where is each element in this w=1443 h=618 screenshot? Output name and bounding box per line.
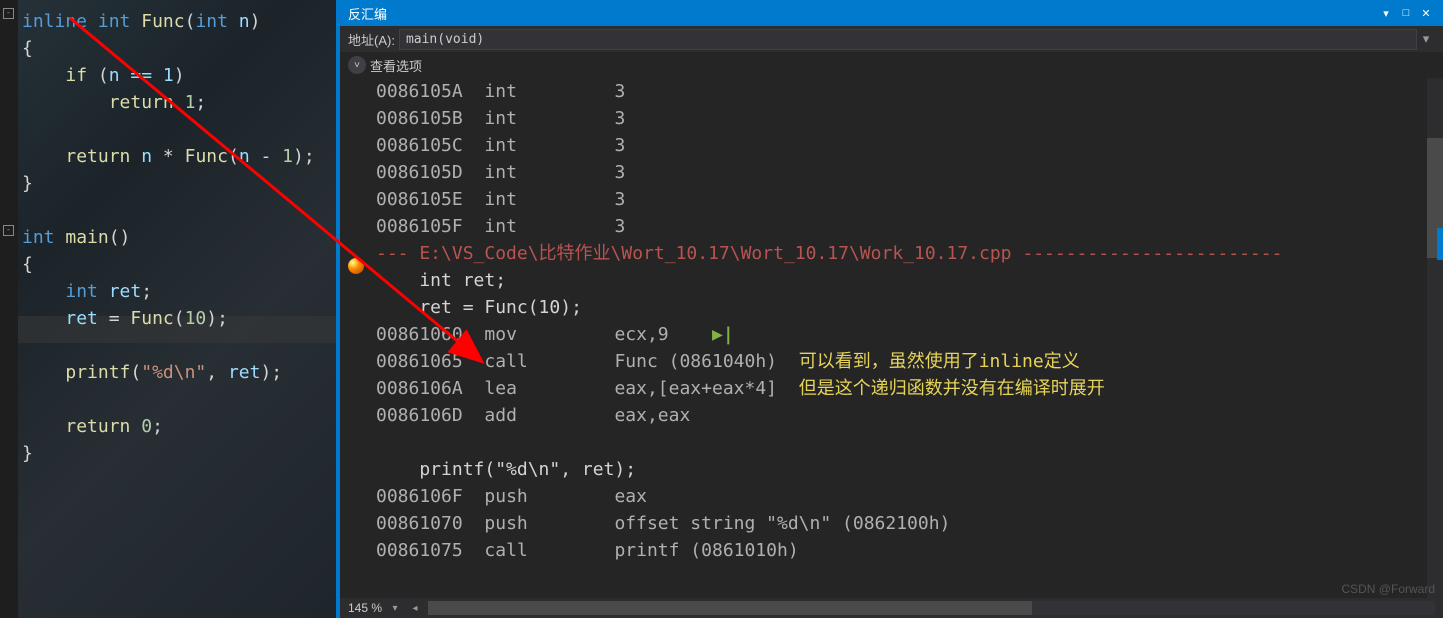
code-gutter: - -	[0, 0, 18, 618]
source-line: printf("%d\n", ret);	[376, 459, 636, 480]
var-n: n	[141, 146, 152, 167]
fn-main: main	[65, 227, 108, 248]
scroll-h-thumb[interactable]	[428, 601, 1032, 615]
close-icon[interactable]: ✕	[1417, 4, 1435, 22]
if-expr: n == 1	[109, 65, 174, 86]
kw-return2: return	[65, 146, 130, 167]
disasm-row: 0086105C int 3	[376, 135, 625, 156]
split-drag-handle[interactable]	[1437, 228, 1443, 260]
lparen: (	[228, 146, 239, 167]
disasm-status-bar: 145 % ▾ ◂	[340, 598, 1443, 618]
op-minus: -	[250, 146, 283, 167]
kw-int: int	[98, 11, 131, 32]
scroll-left-icon[interactable]: ◂	[408, 601, 422, 615]
annotation: 但是这个递归函数并没有在编译时展开	[799, 378, 1105, 399]
disasm-row: 00861065 call Func (0861040h) 可以看到，虽然使用了…	[376, 351, 1080, 372]
disasm-row: 0086106D add eax,eax	[376, 405, 690, 426]
disasm-titlebar: 反汇编 ▾ □ ✕	[340, 0, 1443, 26]
disasm-listing[interactable]: 0086105A int 3 0086105B int 3 0086105C i…	[340, 78, 1443, 598]
param-type: int	[195, 11, 228, 32]
options-bar: ˅ 查看选项	[340, 52, 1443, 78]
num-1: 1	[185, 92, 196, 113]
num-10: 10	[185, 308, 207, 329]
disasm-row: 0086105E int 3	[376, 189, 625, 210]
kw-inline: inline	[22, 11, 87, 32]
annotation: 可以看到，虽然使用了inline定义	[799, 351, 1080, 372]
fn-call: Func	[130, 308, 173, 329]
op-eq: =	[98, 308, 131, 329]
kw-int-main: int	[22, 227, 55, 248]
address-input[interactable]	[399, 29, 1417, 50]
source-line: ret = Func(10);	[376, 297, 582, 318]
disasm-row: 00861070 push offset string "%d\n" (0862…	[376, 513, 950, 534]
fn-printf: printf	[65, 362, 130, 383]
disasm-row: 0086105D int 3	[376, 162, 625, 183]
zoom-dropdown-icon[interactable]: ▾	[388, 601, 402, 615]
param-name: n	[239, 11, 250, 32]
fold-toggle-func[interactable]: -	[3, 8, 14, 19]
num-one: 1	[282, 146, 293, 167]
var-ret2: ret	[65, 308, 98, 329]
disasm-row: 0086106F push eax	[376, 486, 647, 507]
address-label: 地址(A):	[348, 30, 395, 49]
address-bar: 地址(A): ▾	[340, 26, 1443, 52]
var-ret3: ret	[228, 362, 261, 383]
vertical-scrollbar[interactable]	[1427, 78, 1443, 598]
code-editor-pane: - - inline int Func(int n) { if (n == 1)…	[0, 0, 336, 618]
address-dropdown-icon[interactable]: ▾	[1417, 31, 1435, 47]
source-separator: --- E:\VS_Code\比特作业\Wort_10.17\Wort_10.1…	[376, 243, 1282, 264]
disasm-row: 0086105F int 3	[376, 216, 625, 237]
code-content[interactable]: inline int Func(int n) { if (n == 1) ret…	[22, 8, 315, 467]
str-fmt: "%d\n"	[141, 362, 206, 383]
title-buttons: ▾ □ ✕	[1377, 4, 1435, 22]
source-line: int ret;	[376, 270, 506, 291]
var-n2: n	[239, 146, 250, 167]
zoom-level: 145 %	[348, 601, 382, 615]
num-0: 0	[141, 416, 152, 437]
disasm-row: 00861075 call printf (0861010h)	[376, 540, 799, 561]
op-star: *	[163, 146, 174, 167]
disasm-row-current: 00861060 mov ecx,9 ▶|	[376, 324, 734, 345]
kw-if: if	[65, 65, 87, 86]
kw-return: return	[109, 92, 174, 113]
disasm-row: 0086106A lea eax,[eax+eax*4] 但是这个递归函数并没有…	[376, 378, 1105, 399]
disassembly-pane: 反汇编 ▾ □ ✕ 地址(A): ▾ ˅ 查看选项 0086105A int 3…	[336, 0, 1443, 618]
var-ret: ret	[109, 281, 142, 302]
rparen: )	[293, 146, 304, 167]
fold-toggle-main[interactable]: -	[3, 225, 14, 236]
expand-options-icon[interactable]: ˅	[348, 56, 366, 74]
dropdown-icon[interactable]: ▾	[1377, 4, 1395, 22]
watermark: CSDN @Forward	[1341, 582, 1435, 596]
fn-name: Func	[141, 11, 184, 32]
disasm-row: 0086105A int 3	[376, 81, 625, 102]
options-label[interactable]: 查看选项	[370, 56, 422, 75]
fn-rec: Func	[185, 146, 228, 167]
horizontal-scrollbar[interactable]	[428, 601, 1435, 615]
maximize-icon[interactable]: □	[1397, 4, 1415, 22]
kw-return0: return	[65, 416, 130, 437]
breakpoint-icon[interactable]	[348, 258, 364, 274]
instruction-pointer-icon: ▶|	[712, 321, 734, 348]
kw-int-ret: int	[65, 281, 98, 302]
disasm-row: 0086105B int 3	[376, 108, 625, 129]
disasm-title-text: 反汇编	[348, 4, 1377, 23]
